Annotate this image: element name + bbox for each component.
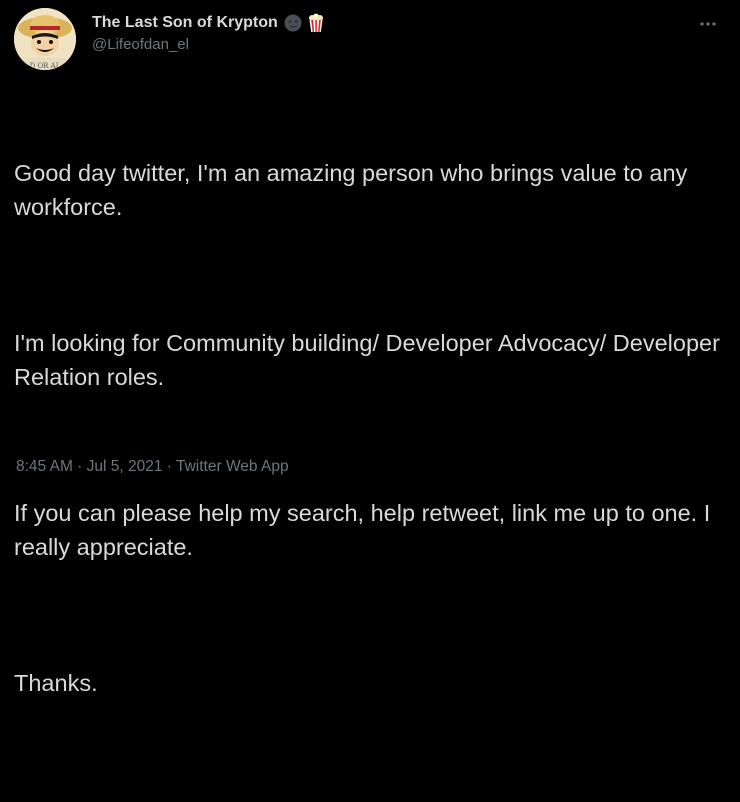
avatar[interactable]: D OR AL	[14, 8, 76, 70]
display-name[interactable]: The Last Son of Krypton	[92, 14, 278, 32]
tweet-source[interactable]: Twitter Web App	[176, 458, 289, 475]
tweet-time[interactable]: 8:45 AM	[16, 458, 73, 475]
user-names: The Last Son of Krypton @Lifeofdan_el	[92, 12, 326, 53]
popcorn-icon	[306, 13, 326, 33]
tweet-paragraph-1: Good day twitter, I'm an amazing person …	[14, 160, 694, 220]
avatar-image: D OR AL	[14, 8, 76, 70]
more-horizontal-icon[interactable]	[696, 14, 720, 34]
tweet-card: D OR AL The Last Son of Krypton @Lifeofd…	[0, 0, 740, 696]
tweet-meta: 8:45 AM · Jul 5, 2021 · Twitter Web App	[16, 458, 289, 476]
tweet-header: D OR AL The Last Son of Krypton @Lifeofd…	[14, 8, 726, 70]
tweet-paragraph-3: If you can please help my search, help r…	[14, 500, 717, 560]
avatar-caption: D OR AL	[30, 62, 61, 70]
meta-separator: ·	[162, 458, 176, 475]
meta-separator: ·	[72, 458, 87, 475]
tweet-text: Good day twitter, I'm an amazing person …	[14, 88, 726, 802]
tweet-date[interactable]: Jul 5, 2021	[87, 458, 163, 475]
tweet-paragraph-4: Thanks.	[14, 670, 98, 696]
new-moon-face-icon	[283, 13, 303, 33]
display-name-row: The Last Son of Krypton	[92, 12, 326, 34]
user-handle[interactable]: @Lifeofdan_el	[92, 36, 326, 53]
tweet-paragraph-2: I'm looking for Community building/ Deve…	[14, 330, 727, 390]
